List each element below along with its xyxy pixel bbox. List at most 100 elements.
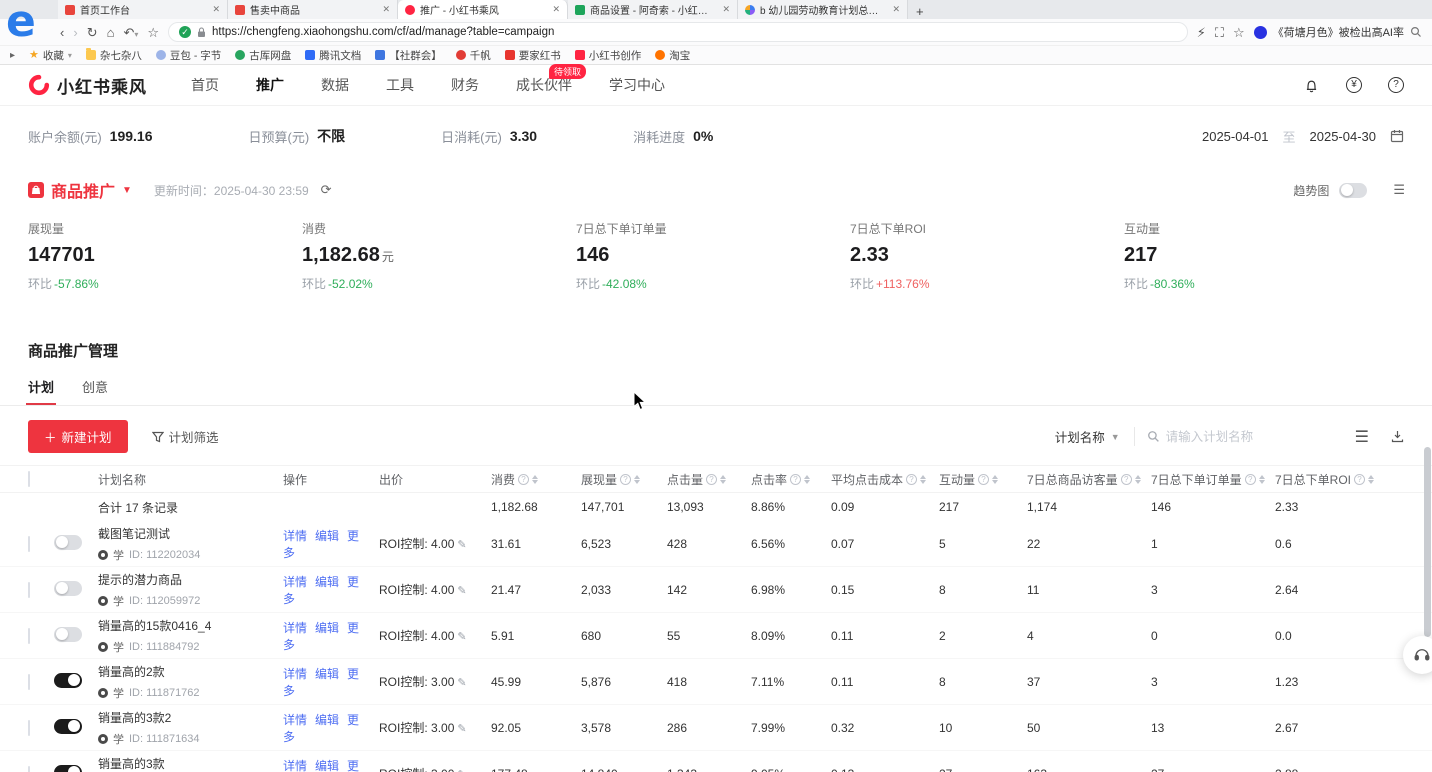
detail-link[interactable]: 详情 [283,713,307,727]
edit-link[interactable]: 编辑 [315,667,339,681]
column-header-metric[interactable]: 点击量 ? [667,471,751,488]
info-icon[interactable]: ? [1121,474,1132,485]
sort-icon[interactable] [1259,475,1265,484]
detail-link[interactable]: 详情 [283,529,307,543]
home-icon[interactable]: ⌂ [107,26,115,39]
column-header-metric[interactable]: 7日总下单订单量 ? [1151,471,1275,488]
column-settings-icon[interactable]: ☰ [1355,427,1369,447]
detail-link[interactable]: 详情 [283,667,307,681]
refresh-data-icon[interactable]: ⟳ [321,182,332,198]
detail-link[interactable]: 详情 [283,621,307,635]
nav-item[interactable]: 财务 [451,75,479,95]
download-icon[interactable] [1391,430,1404,443]
star-icon[interactable]: ☆ [1233,26,1245,39]
sidebar-expander-icon[interactable]: ▸ [10,50,15,61]
column-header-metric[interactable]: 7日总商品访客量 ? [1027,471,1151,488]
nav-item[interactable]: 推广 [256,75,284,95]
edit-bid-icon[interactable]: ✎ [457,539,466,551]
new-tab-button[interactable]: + [916,4,924,19]
edit-bid-icon[interactable]: ✎ [457,631,466,643]
promotion-type-selector[interactable]: 商品推广 ▼ [28,178,132,202]
campaign-enable-toggle[interactable] [54,581,82,596]
detail-link[interactable]: 详情 [283,759,307,772]
browser-tab[interactable]: 推广 - 小红书乘风 ✕ [398,0,568,19]
vertical-scrollbar[interactable] [1424,447,1431,637]
back-icon[interactable]: ‹ [60,26,64,39]
search-input[interactable] [1166,430,1316,444]
bookmark-item[interactable]: 淘宝 [655,48,690,63]
campaign-name[interactable]: 提示的潜力商品 [98,571,277,588]
campaign-name[interactable]: 销量高的3款2 [98,709,277,726]
nav-item[interactable]: 学习中心 [609,75,665,95]
browser-tab[interactable]: 首页工作台 ✕ [58,0,228,19]
edit-link[interactable]: 编辑 [315,759,339,772]
collect-icon[interactable]: ☆ [147,26,159,39]
info-icon[interactable]: ? [706,474,717,485]
bookmark-item[interactable]: 腾讯文档 [305,48,361,63]
hot-search-box[interactable]: 《荷塘月色》被检出高AI率 [1254,24,1422,40]
bookmark-item[interactable]: 千帆 [456,48,491,63]
row-checkbox[interactable] [28,720,30,736]
row-checkbox[interactable] [28,536,30,552]
edit-bid-icon[interactable]: ✎ [457,723,466,735]
nav-item[interactable]: 成长伙伴 待领取 [516,75,572,95]
nav-item[interactable]: 首页 [191,75,219,95]
filter-button[interactable]: 计划筛选 [152,427,219,446]
forward-icon[interactable]: › [73,26,77,39]
bookmark-item[interactable]: 要家红书 [505,48,561,63]
campaign-name[interactable]: 销量高的15款0416_4 [98,617,277,634]
sort-icon[interactable] [634,475,640,484]
column-header-metric[interactable]: 互动量 ? [939,471,1027,488]
detail-link[interactable]: 详情 [283,575,307,589]
info-icon[interactable]: ? [518,474,529,485]
nav-item[interactable]: 工具 [386,75,414,95]
brand[interactable]: 小红书乘风 [28,73,147,98]
campaign-enable-toggle[interactable] [54,719,82,734]
bookmark-item[interactable]: 古厍网盘 [235,48,291,63]
date-start[interactable]: 2025-04-01 [1202,129,1269,144]
campaign-enable-toggle[interactable] [54,627,82,642]
sort-icon[interactable] [992,475,998,484]
tab-close-icon[interactable]: ✕ [722,4,730,15]
info-icon[interactable]: ? [1354,474,1365,485]
info-icon[interactable]: ? [620,474,631,485]
edit-bid-icon[interactable]: ✎ [457,677,466,689]
browser-tab[interactable]: b 幼儿园劳动教育计划总结方案 ✕ [738,0,908,19]
refresh-icon[interactable]: ↻ [87,26,98,39]
edit-bid-icon[interactable]: ✎ [457,585,466,597]
finance-icon[interactable]: ¥ [1346,77,1362,93]
bookmark-item[interactable]: 【社群会】 [375,48,442,63]
search-icon[interactable] [1410,26,1422,38]
campaign-name[interactable]: 销量高的2款 [98,663,277,680]
manage-tab[interactable]: 创意 [82,377,108,405]
help-icon[interactable]: ? [1388,77,1404,93]
tab-close-icon[interactable]: ✕ [382,4,390,15]
select-all-checkbox[interactable] [28,471,30,487]
new-campaign-button[interactable]: ＋新建计划 [28,420,128,453]
search-field-select[interactable]: 计划名称▼ [1055,427,1135,446]
edit-link[interactable]: 编辑 [315,529,339,543]
metric-settings-icon[interactable]: ☰ [1393,182,1404,198]
column-header-metric[interactable]: 消费 ? [491,471,581,488]
row-checkbox[interactable] [28,766,30,772]
row-checkbox[interactable] [28,674,30,690]
date-range-picker[interactable]: 2025-04-01 至 2025-04-30 [1202,127,1404,146]
sort-icon[interactable] [804,475,810,484]
bookmark-item[interactable]: 杂七杂八 [86,48,142,63]
bookmark-item[interactable]: 豆包 - 字节 [156,48,221,63]
bookmark-item[interactable]: ★ 收藏 ▾ [29,48,72,63]
info-icon[interactable]: ? [978,474,989,485]
sort-icon[interactable] [920,475,926,484]
column-header-metric[interactable]: 平均点击成本 ? [831,471,939,488]
edit-link[interactable]: 编辑 [315,713,339,727]
browser-tab[interactable]: 售卖中商品 ✕ [228,0,398,19]
info-icon[interactable]: ? [790,474,801,485]
tab-close-icon[interactable]: ✕ [212,4,220,15]
nav-item[interactable]: 数据 [321,75,349,95]
bookmark-item[interactable]: 小红书创作 [575,48,642,63]
row-checkbox[interactable] [28,582,30,598]
browser-logo[interactable]: e [6,0,36,47]
campaign-enable-toggle[interactable] [54,535,82,550]
campaign-enable-toggle[interactable] [54,673,82,688]
screenshot-icon[interactable]: ⛶ [1215,26,1224,39]
